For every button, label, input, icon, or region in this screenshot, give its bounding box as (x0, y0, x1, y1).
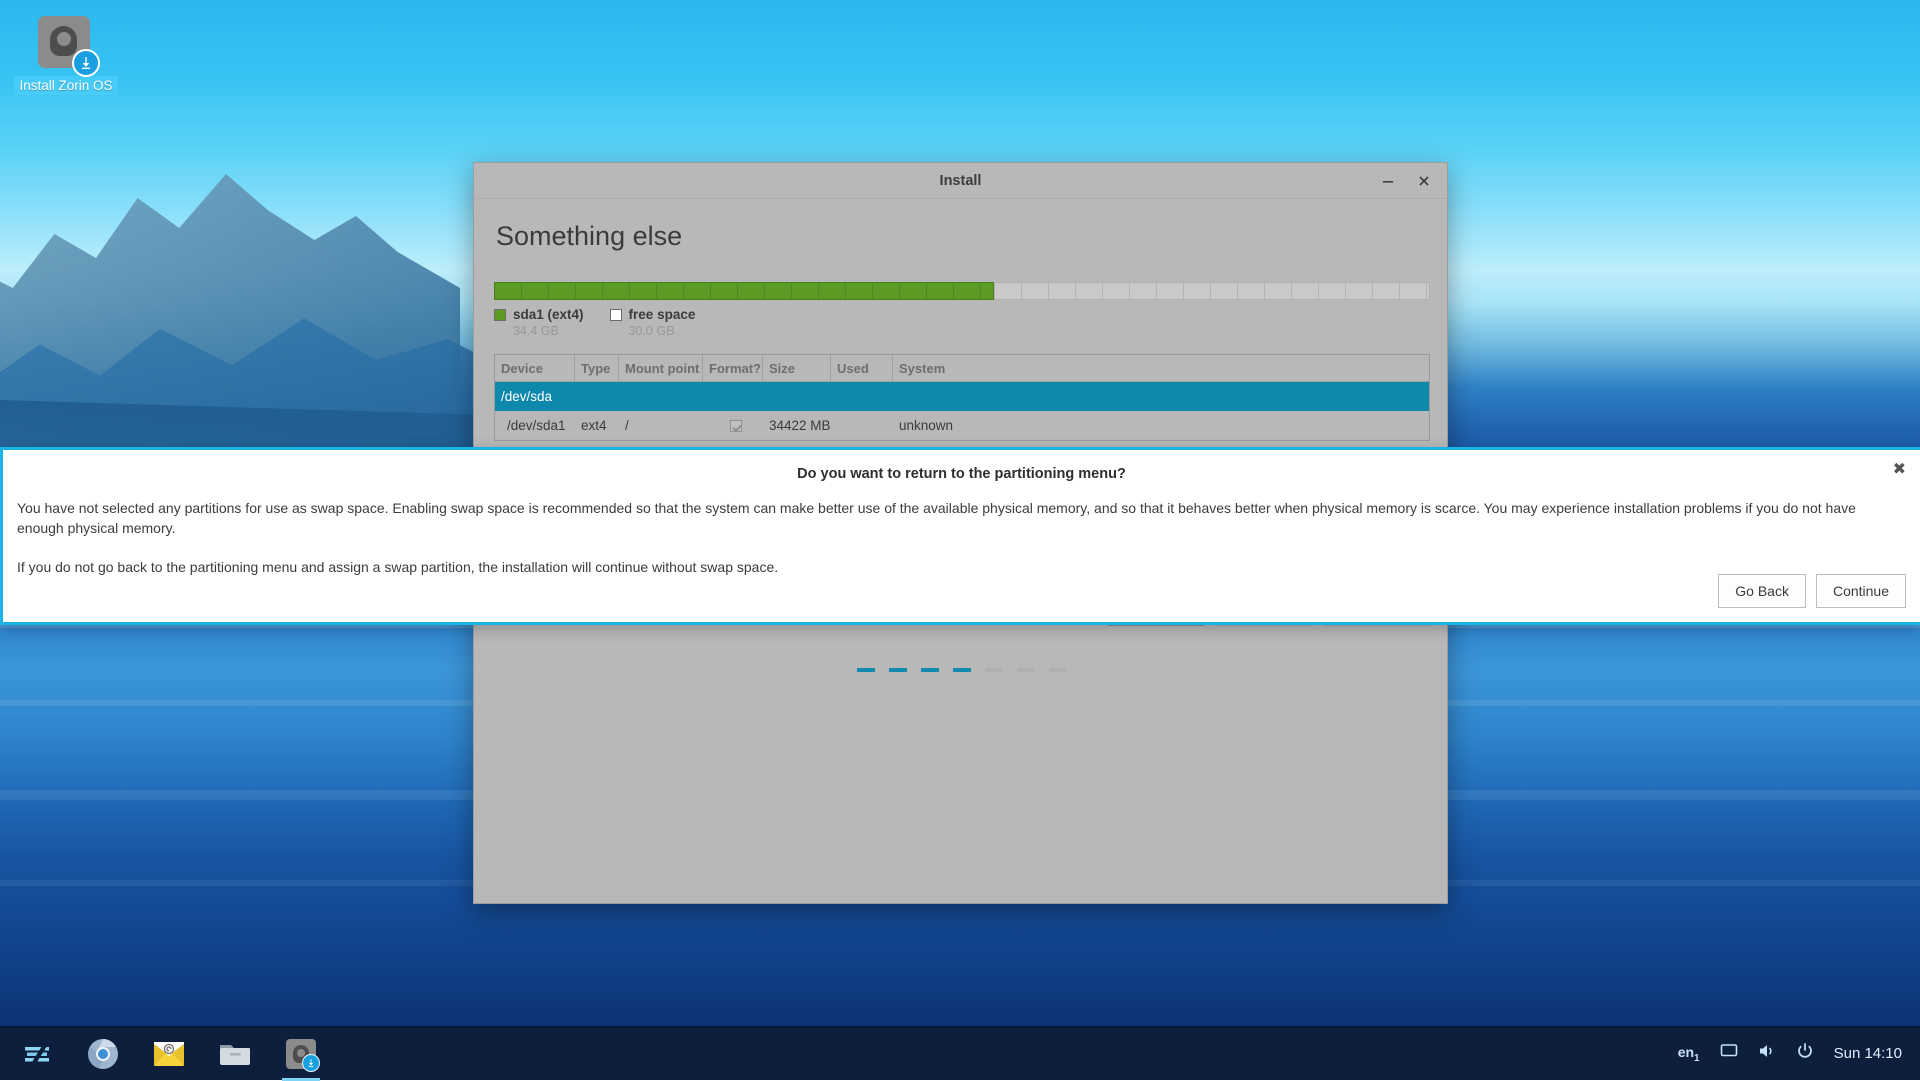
partition-segment-free-space[interactable] (994, 282, 1430, 300)
dialog-actions: Go Back Continue (1718, 574, 1906, 608)
desktop-icon-label: Install Zorin OS (14, 76, 117, 95)
power-icon[interactable] (1796, 1042, 1814, 1065)
keyboard-layout-indicator[interactable]: en1 (1678, 1044, 1700, 1064)
desktop-icon-install-zorin-os[interactable]: Install Zorin OS (12, 10, 120, 95)
partition-legend: sda1 (ext4) 34.4 GB free space 30.0 GB (494, 307, 1427, 338)
download-badge-icon (72, 49, 100, 77)
progress-dot[interactable] (921, 668, 939, 672)
table-header-row: Device Type Mount point Format? Size Use… (495, 355, 1429, 382)
zorin-menu-icon[interactable] (14, 1031, 60, 1077)
window-title: Install (940, 173, 982, 189)
cell-system: unknown (893, 411, 1429, 440)
column-header-format[interactable]: Format? (703, 355, 763, 382)
go-back-button[interactable]: Go Back (1718, 574, 1806, 608)
cell-device: /dev/sda1 (495, 411, 575, 440)
hard-disk-icon (38, 16, 94, 72)
install-zorin-os-taskbar-icon[interactable] (278, 1031, 324, 1077)
file-manager-icon[interactable] (212, 1031, 258, 1077)
slideshow-progress-dots (494, 668, 1430, 672)
dialog-paragraph-primary: You have not selected any partitions for… (17, 482, 1906, 538)
cell-device: /dev/sda (495, 382, 575, 411)
dialog-paragraph-secondary: If you do not go back to the partitionin… (17, 538, 1906, 577)
taskbar: en1 Sun 14:10 (0, 1026, 1920, 1080)
cell-type (575, 382, 619, 411)
close-icon[interactable]: ✖ (1893, 462, 1906, 478)
continue-button[interactable]: Continue (1816, 574, 1906, 608)
cell-type: ext4 (575, 411, 619, 440)
legend-swatch-free-space (610, 309, 622, 321)
window-controls (1373, 163, 1439, 199)
column-header-system[interactable]: System (893, 355, 1429, 382)
partition-table: Device Type Mount point Format? Size Use… (494, 354, 1430, 441)
progress-dot[interactable] (1017, 668, 1035, 672)
progress-dot[interactable] (857, 668, 875, 672)
table-row[interactable]: /dev/sda (495, 382, 1429, 411)
partition-usage-bar (494, 282, 1430, 300)
cell-format (703, 411, 763, 440)
minimize-button[interactable] (1373, 167, 1403, 195)
cell-size (763, 382, 831, 411)
chromium-browser-icon[interactable] (80, 1031, 126, 1077)
cell-used (831, 411, 893, 440)
cell-mount-point: / (619, 411, 703, 440)
display-icon[interactable] (1720, 1042, 1738, 1065)
legend-item: sda1 (ext4) 34.4 GB (494, 307, 584, 338)
partition-segment-sda1[interactable] (494, 282, 994, 300)
progress-dot[interactable] (1049, 668, 1067, 672)
swap-space-dialog: Do you want to return to the partitionin… (0, 447, 1920, 625)
legend-size: 30.0 GB (629, 324, 696, 338)
volume-icon[interactable] (1758, 1042, 1776, 1065)
cell-system (893, 382, 1429, 411)
taskbar-launchers (0, 1031, 324, 1077)
legend-size: 34.4 GB (513, 324, 584, 338)
legend-swatch-sda1 (494, 309, 506, 321)
format-checkbox[interactable] (730, 420, 742, 432)
cell-mount-point (619, 382, 703, 411)
legend-label: free space (629, 307, 696, 322)
system-tray: en1 Sun 14:10 (1678, 1042, 1920, 1065)
close-button[interactable] (1409, 167, 1439, 195)
column-header-used[interactable]: Used (831, 355, 893, 382)
clock[interactable]: Sun 14:10 (1834, 1045, 1902, 1062)
table-row[interactable]: /dev/sda1 ext4 / 34422 MB unknown (495, 411, 1429, 440)
column-header-type[interactable]: Type (575, 355, 619, 382)
cell-size: 34422 MB (763, 411, 831, 440)
cell-used (831, 382, 893, 411)
progress-dot[interactable] (985, 668, 1003, 672)
legend-label: sda1 (ext4) (513, 307, 584, 322)
mail-client-icon[interactable] (146, 1031, 192, 1077)
installer-titlebar[interactable]: Install (474, 163, 1447, 199)
column-header-device[interactable]: Device (495, 355, 575, 382)
column-header-size[interactable]: Size (763, 355, 831, 382)
column-header-mount-point[interactable]: Mount point (619, 355, 703, 382)
dialog-title: Do you want to return to the partitionin… (3, 450, 1920, 482)
progress-dot[interactable] (953, 668, 971, 672)
page-title: Something else (494, 199, 1427, 282)
legend-item: free space 30.0 GB (610, 307, 696, 338)
cell-format (703, 382, 763, 411)
progress-dot[interactable] (889, 668, 907, 672)
